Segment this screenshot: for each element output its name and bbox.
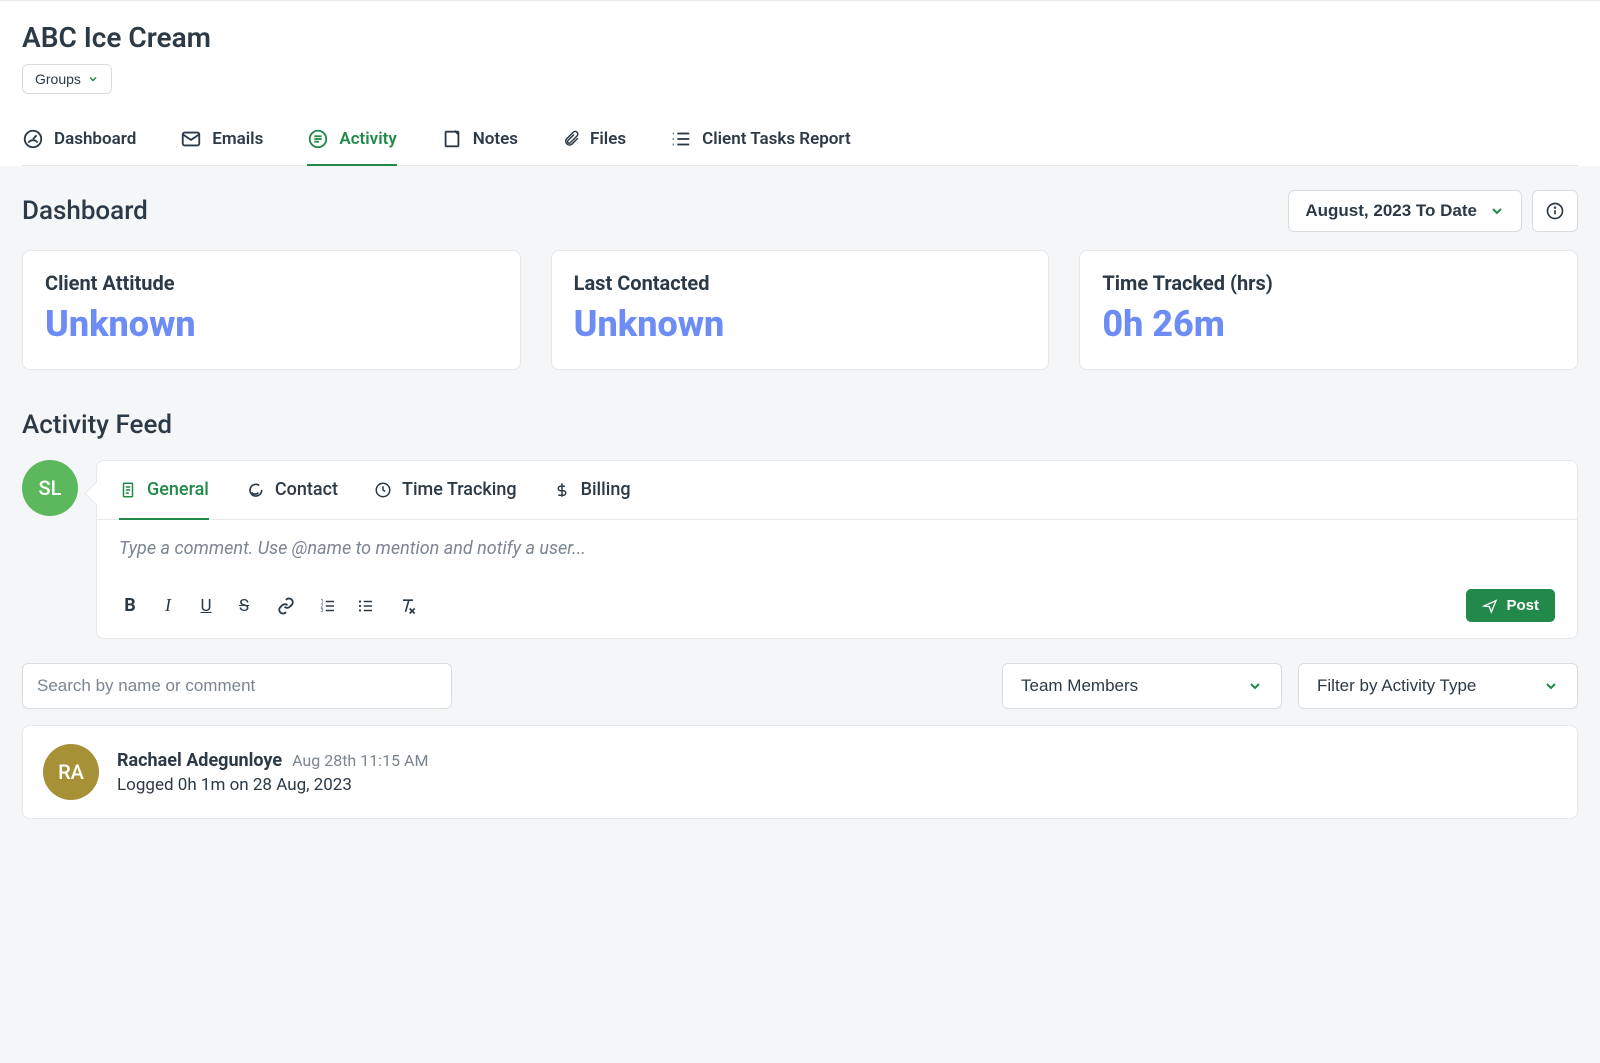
composer-tab-label: Time Tracking	[402, 479, 517, 500]
composer-row: SL General Contact Time Tracking Billing	[22, 460, 1578, 639]
date-filter-label: August, 2023 To Date	[1305, 201, 1477, 221]
composer-avatar: SL	[22, 460, 78, 516]
search-input[interactable]	[22, 663, 452, 709]
tab-label: Files	[590, 129, 626, 149]
composer-tab-label: Contact	[275, 479, 338, 500]
activity-icon	[307, 128, 329, 150]
toolbar-group-link	[275, 595, 297, 617]
tab-label: Dashboard	[54, 129, 136, 149]
tab-files[interactable]: Files	[562, 118, 626, 166]
paperclip-icon	[562, 128, 580, 150]
feed-item-name: Rachael Adegunloye	[117, 750, 282, 771]
dashboard-controls: August, 2023 To Date	[1288, 190, 1578, 232]
composer-tab-general[interactable]: General	[119, 461, 209, 520]
tab-notes[interactable]: Notes	[441, 118, 518, 166]
card-last-contacted: Last Contacted Unknown	[551, 250, 1050, 370]
tab-emails[interactable]: Emails	[180, 118, 263, 166]
tab-label: Emails	[212, 129, 263, 149]
link-icon	[277, 597, 295, 615]
composer-tab-contact[interactable]: Contact	[245, 461, 338, 520]
toolbar-group-text: B I U S	[119, 595, 255, 617]
filter-label: Filter by Activity Type	[1317, 676, 1476, 696]
unordered-list-button[interactable]	[355, 595, 377, 617]
composer-tabs: General Contact Time Tracking Billing	[97, 461, 1577, 520]
underline-button[interactable]: U	[195, 595, 217, 617]
card-time-tracked: Time Tracked (hrs) 0h 26m	[1079, 250, 1578, 370]
composer-tab-billing[interactable]: Billing	[553, 461, 631, 520]
activity-type-filter[interactable]: Filter by Activity Type	[1298, 663, 1578, 709]
clock-icon	[374, 481, 392, 499]
groups-button[interactable]: Groups	[22, 64, 112, 94]
ul-icon	[357, 597, 375, 615]
card-label: Last Contacted	[574, 271, 1027, 295]
tab-label: Notes	[473, 129, 518, 149]
info-button[interactable]	[1532, 190, 1578, 232]
date-filter-button[interactable]: August, 2023 To Date	[1288, 190, 1522, 232]
card-label: Client Attitude	[45, 271, 498, 295]
link-button[interactable]	[275, 595, 297, 617]
composer-placeholder: Type a comment. Use @name to mention and…	[119, 538, 586, 559]
feed-item-avatar: RA	[43, 744, 99, 800]
tab-label: Activity	[339, 129, 396, 149]
italic-button[interactable]: I	[157, 595, 179, 617]
team-members-filter[interactable]: Team Members	[1002, 663, 1282, 709]
client-name: ABC Ice Cream	[22, 21, 1578, 54]
composer-tab-label: Billing	[581, 479, 631, 500]
dollar-icon	[553, 481, 571, 499]
send-icon	[1482, 598, 1498, 614]
card-value: Unknown	[574, 303, 1027, 345]
list-icon	[670, 128, 692, 150]
ol-icon: 123	[319, 597, 337, 615]
content: Dashboard August, 2023 To Date Client At…	[0, 166, 1600, 843]
feed-filters: Team Members Filter by Activity Type	[22, 663, 1578, 709]
activity-feed-title: Activity Feed	[22, 410, 1578, 440]
client-header: ABC Ice Cream Groups Dashboard Emails Ac…	[0, 0, 1600, 166]
tab-label: Client Tasks Report	[702, 129, 851, 149]
post-button-label: Post	[1506, 597, 1539, 614]
composer-tab-label: General	[147, 479, 209, 500]
feed-item-body: Rachael Adegunloye Aug 28th 11:15 AM Log…	[117, 750, 1557, 795]
chat-icon	[245, 480, 265, 500]
chevron-down-icon	[1247, 678, 1263, 694]
filter-label: Team Members	[1021, 676, 1138, 696]
dashboard-cards: Client Attitude Unknown Last Contacted U…	[22, 250, 1578, 370]
toolbar-group-clear	[397, 595, 419, 617]
feed-item-text: Logged 0h 1m on 28 Aug, 2023	[117, 775, 1557, 795]
chevron-down-icon	[1543, 678, 1559, 694]
nav-tabs: Dashboard Emails Activity Notes Files Cl…	[22, 118, 1578, 166]
tab-activity[interactable]: Activity	[307, 118, 396, 166]
feed-item-timestamp: Aug 28th 11:15 AM	[292, 751, 428, 770]
composer-toolbar: B I U S 123	[97, 577, 1577, 638]
bold-button[interactable]: B	[119, 595, 141, 617]
feed-item: RA Rachael Adegunloye Aug 28th 11:15 AM …	[22, 725, 1578, 819]
envelope-icon	[180, 128, 202, 150]
card-value: 0h 26m	[1102, 303, 1555, 345]
ordered-list-button[interactable]: 123	[317, 595, 339, 617]
composer: General Contact Time Tracking Billing Ty…	[96, 460, 1578, 639]
chevron-down-icon	[1489, 203, 1505, 219]
tab-dashboard[interactable]: Dashboard	[22, 118, 136, 166]
info-icon	[1545, 201, 1565, 221]
card-value: Unknown	[45, 303, 498, 345]
groups-button-label: Groups	[35, 71, 81, 87]
post-button[interactable]: Post	[1466, 589, 1555, 622]
composer-tab-time-tracking[interactable]: Time Tracking	[374, 461, 517, 520]
note-icon	[441, 128, 463, 150]
dashboard-title: Dashboard	[22, 196, 148, 226]
composer-input[interactable]: Type a comment. Use @name to mention and…	[97, 520, 1577, 577]
feed-item-header: Rachael Adegunloye Aug 28th 11:15 AM	[117, 750, 1557, 771]
svg-text:3: 3	[321, 608, 324, 614]
toolbar-group-lists: 123	[317, 595, 377, 617]
document-icon	[119, 481, 137, 499]
tab-client-tasks-report[interactable]: Client Tasks Report	[670, 118, 851, 166]
clear-format-icon	[398, 596, 418, 616]
clear-format-button[interactable]	[397, 595, 419, 617]
gauge-icon	[22, 128, 44, 150]
dashboard-header-row: Dashboard August, 2023 To Date	[22, 190, 1578, 232]
chevron-down-icon	[87, 73, 99, 85]
card-client-attitude: Client Attitude Unknown	[22, 250, 521, 370]
strikethrough-button[interactable]: S	[233, 595, 255, 617]
card-label: Time Tracked (hrs)	[1102, 271, 1555, 295]
